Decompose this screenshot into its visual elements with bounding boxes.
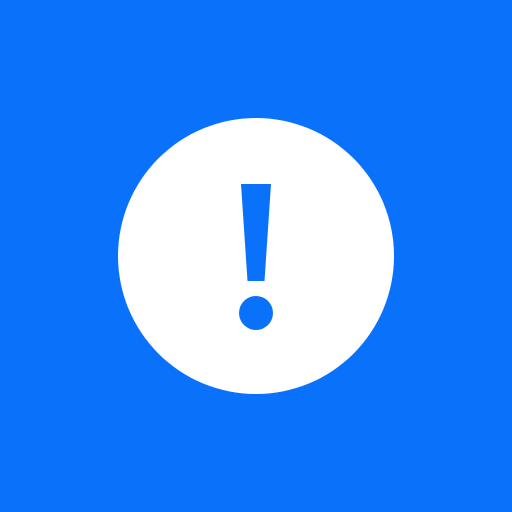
alert-icon-graphic bbox=[0, 0, 512, 512]
exclamation-dot bbox=[239, 296, 273, 330]
alert-tile bbox=[0, 0, 512, 512]
